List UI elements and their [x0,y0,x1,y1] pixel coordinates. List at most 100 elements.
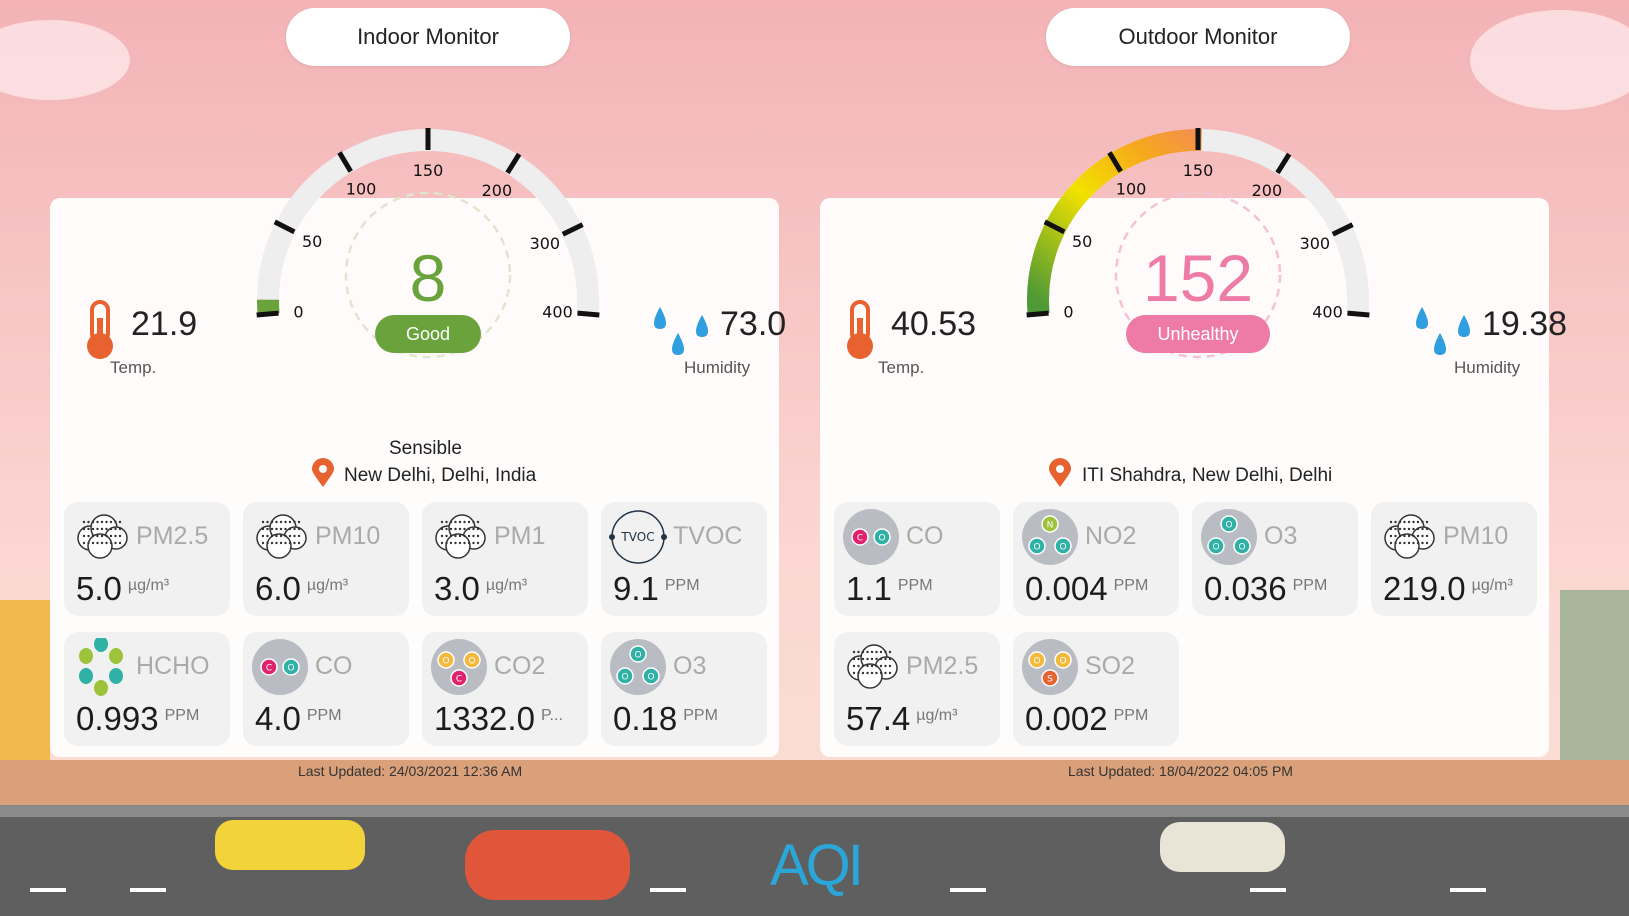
pollutant-value: 5.0 [76,570,122,607]
thermometer-icon [87,300,113,359]
pollutant-value: 0.004 [1025,570,1108,607]
co-molecule-icon: CO [843,509,899,565]
pollutant-value-row: 4.0 PPM [255,700,342,738]
outdoor-tile-so2[interactable]: O OS SO2 0.002 PPM [1013,632,1179,746]
svg-text:O: O [1059,543,1066,553]
indoor-tile-tvoc[interactable]: TVOC TVOC 9.1 PPM [601,502,767,616]
pollutant-unit: P... [540,707,563,724]
svg-text:O: O [1033,543,1040,553]
pollutant-name: NO2 [1085,522,1137,550]
outdoor-location: ITI Shahdra, New Delhi, Delhi [1082,465,1333,486]
pollutant-name: PM2.5 [136,522,209,550]
indoor-monitor-title[interactable]: Indoor Monitor [286,8,570,66]
pollutant-value: 57.4 [846,700,911,737]
co2-molecule-icon: O OC [431,639,487,695]
pollutant-name: O3 [673,652,707,680]
co-molecule-icon: CO [252,639,308,695]
pollutant-value: 1.1 [846,570,892,607]
outdoor-aqi-value: 152 [1142,241,1254,315]
indoor-tile-co2[interactable]: O OC CO2 1332.0 P... [422,632,588,746]
gauge-tick-label: 100 [346,180,377,199]
pollutant-value: 6.0 [255,570,301,607]
pollutant-name: PM10 [1443,522,1509,550]
dust-cloud-icon [77,514,128,559]
gauge-tick-label: 200 [1252,181,1283,200]
pollutant-value: 0.002 [1025,700,1108,737]
gauge-tick-label: 100 [1116,180,1147,199]
gauge-tick-label: 50 [302,232,322,251]
tvoc-icon: TVOC [609,510,667,564]
svg-text:O: O [1212,543,1219,553]
dust-cloud-icon [435,514,486,559]
outdoor-tile-o3[interactable]: O O O O3 0.036 PPM [1192,502,1358,616]
indoor-tile-co[interactable]: CO CO 4.0 PPM [243,632,409,746]
indoor-tile-pm25[interactable]: PM2.5 5.0 µg/m³ [64,502,230,616]
svg-text:O: O [621,673,628,683]
svg-text:N: N [1047,521,1054,531]
no2-molecule-icon: N O O [1022,509,1078,565]
svg-text:O: O [1033,657,1040,667]
pollutant-value-row: 0.18 PPM [613,700,718,738]
outdoor-monitor-title[interactable]: Outdoor Monitor [1046,8,1350,66]
dust-cloud-icon [1384,514,1435,559]
thermometer-icon [847,300,873,359]
outdoor-tile-pm10[interactable]: PM10 219.0 µg/m³ [1371,502,1537,616]
pollutant-value: 0.18 [613,700,678,737]
gauge-tick-label: 300 [530,234,561,253]
svg-text:C: C [266,664,272,674]
outdoor-aqi-status-badge: Unhealthy [1126,315,1270,353]
pollutant-unit: µg/m³ [916,707,958,724]
pollutant-name: CO [315,652,353,680]
pollutant-value-row: 9.1 PPM [613,570,700,608]
indoor-location: New Delhi, Delhi, India [344,465,537,486]
pollutant-value: 0.036 [1204,570,1287,607]
outdoor-temp-label: Temp. [878,358,925,377]
indoor-tile-o3[interactable]: O O O O3 0.18 PPM [601,632,767,746]
pollutant-name: SO2 [1085,652,1136,680]
pollutant-unit: µg/m³ [485,577,528,594]
pollutant-unit: PPM [1113,577,1149,594]
pollutant-value-row: 57.4 µg/m³ [846,700,957,738]
pollutant-value-row: 6.0 µg/m³ [255,570,348,608]
pollutant-value-row: 1.1 PPM [846,570,933,608]
svg-text:S: S [1047,675,1053,685]
pollutant-name: PM2.5 [906,652,979,680]
location-pin-icon [312,458,334,487]
svg-text:O: O [634,651,641,661]
svg-text:O: O [287,664,294,674]
svg-text:O: O [468,657,475,667]
pollutant-value: 0.993 [76,700,159,737]
gauge-tick [1026,310,1049,318]
indoor-temp-value: 21.9 [131,305,198,343]
pollutant-unit: PPM [683,707,718,724]
indoor-tile-hcho[interactable]: HCHO 0.993 PPM [64,632,230,746]
svg-text:O: O [1059,657,1066,667]
pollutant-name: O3 [1264,522,1298,550]
pollutant-unit: µg/m³ [1471,577,1513,594]
pollutant-name: HCHO [136,652,210,680]
svg-text:C: C [857,534,863,544]
outdoor-temp-value: 40.53 [891,305,977,343]
outdoor-tile-no2[interactable]: N O O NO2 0.004 PPM [1013,502,1179,616]
svg-text:O: O [878,534,885,544]
outdoor-tile-co[interactable]: CO CO 1.1 PPM [834,502,1000,616]
pollutant-value-row: 3.0 µg/m³ [434,570,527,608]
gauge-tick-label: 300 [1300,234,1331,253]
indoor-tile-pm1[interactable]: PM1 3.0 µg/m³ [422,502,588,616]
indoor-aqi-value: 8 [409,241,447,315]
hcho-molecule-icon [79,638,123,696]
gauge-tick-label: 150 [413,161,444,180]
svg-text:TVOC: TVOC [620,530,654,544]
gauge-tick-label: 200 [482,181,513,200]
pollutant-unit: µg/m³ [306,577,349,594]
so2-molecule-icon: O OS [1022,639,1078,695]
outdoor-tile-pm25[interactable]: PM2.5 57.4 µg/m³ [834,632,1000,746]
gauge-tick-label: 0 [1063,302,1073,321]
indoor-tile-pm10[interactable]: PM10 6.0 µg/m³ [243,502,409,616]
pollutant-value: 219.0 [1383,570,1466,607]
location-pin-icon [1049,458,1071,487]
pollutant-value: 1332.0 [434,700,535,737]
gauge-tick [577,310,600,318]
gauge-tick-label: 400 [1312,302,1343,321]
indoor-humidity-value: 73.0 [720,305,787,343]
